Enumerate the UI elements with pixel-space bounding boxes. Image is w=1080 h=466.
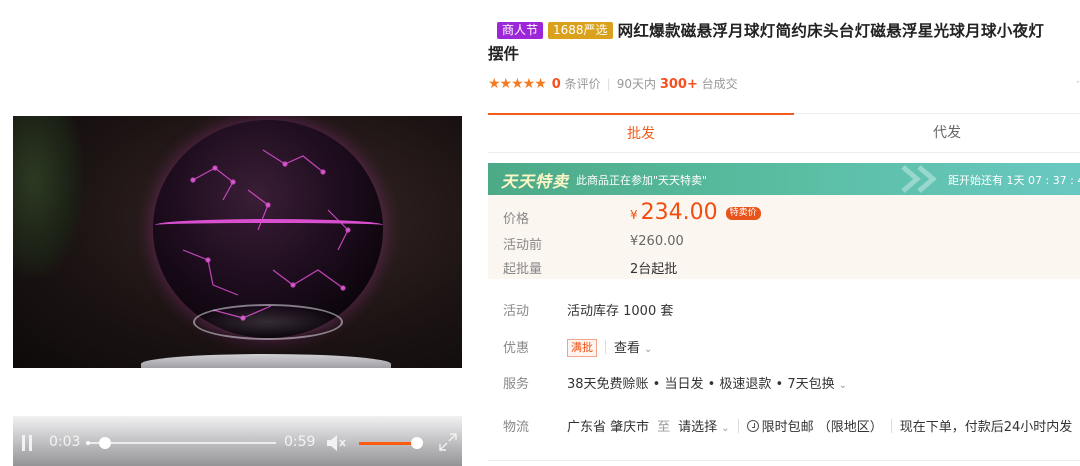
product-info-panel: 商人节 1688严选 网红爆款磁悬浮月球灯简约床头台灯磁悬浮星光球月球小夜灯 摆件 … (488, 0, 1080, 466)
purchase-tabs: 批发 代发 (488, 113, 1080, 153)
before-price: ¥260.00 (630, 234, 684, 249)
logistics-to: 至 (657, 420, 671, 435)
divider (890, 419, 892, 433)
service-label: 服务 (503, 377, 530, 392)
levitation-stand (141, 354, 391, 368)
sales-count: 300+ (659, 77, 698, 92)
progress-bar[interactable] (86, 437, 276, 449)
title-row: 商人节 1688严选 网红爆款磁悬浮月球灯简约床头台灯磁悬浮星光球月球小夜灯 (497, 18, 1080, 44)
promo-countdown: 距开始还有 1天 07 : 37 : 4 (948, 174, 1080, 187)
price: ¥234.00 特卖价 (630, 200, 761, 225)
discount-chip[interactable]: 满批 (567, 339, 597, 357)
promo-text: 此商品正在参加"天天特卖" (576, 174, 708, 187)
logistics-from: 广东省 肇庆市 (567, 420, 650, 435)
video-controls: 0:03 0:59 (13, 416, 462, 466)
discount-value: 满批 查看 ⌄ (567, 337, 652, 357)
price-amount: 234.00 (640, 200, 718, 225)
globe-equator-ring (155, 219, 383, 231)
volume-mute-icon[interactable] (325, 433, 347, 453)
current-time: 0:03 (49, 434, 81, 450)
service-text[interactable]: 38天免费赊账 • 当日发 • 极速退款 • 7天包换 (567, 377, 835, 392)
product-video-player[interactable]: 0:03 0:59 (13, 116, 462, 466)
moq-value: 2台起批 (630, 262, 678, 277)
chevron-down-icon[interactable]: ⌄ (839, 380, 847, 391)
progress-start-dot (86, 441, 90, 445)
tab-wholesale[interactable]: 批发 (488, 113, 794, 153)
volume-knob[interactable] (410, 437, 423, 449)
product-title: 网红爆款磁悬浮月球灯简约床头台灯磁悬浮星光球月球小夜灯 (617, 22, 1045, 40)
logistics-free-shipping: 限时包邮 （限地区） (761, 420, 883, 435)
pause-icon[interactable] (21, 435, 33, 451)
price-box: 价格 ¥234.00 特卖价 活动前 ¥260.00 起批量 2台起批 (488, 195, 1080, 279)
divider (488, 460, 1080, 461)
clock-icon (746, 420, 759, 432)
service-value[interactable]: 38天免费赊账 • 当日发 • 极速退款 • 7天包换 ⌄ (567, 373, 847, 392)
sales-suffix: 台成交 (701, 77, 738, 91)
rating-stars-icon: ★★★★★ (488, 76, 547, 92)
review-label[interactable]: 条评价 (565, 77, 601, 91)
tab-dropship[interactable]: 代发 (794, 113, 1080, 153)
divider (737, 419, 739, 433)
duration: 0:59 (284, 434, 316, 450)
price-label: 价格 (503, 212, 530, 227)
logistics-note: 现在下单，付款后24小时内发 (899, 420, 1073, 435)
chevron-down-icon[interactable]: ⌄ (644, 344, 652, 355)
divider (605, 340, 606, 354)
sales-prefix: 90天内 (616, 77, 656, 91)
currency-symbol: ¥ (630, 208, 638, 222)
chevron-down-icon[interactable]: ⌄ (721, 423, 729, 434)
video-frame[interactable] (13, 116, 462, 368)
discount-view-link[interactable]: 查看 (614, 341, 640, 356)
logistics-label: 物流 (503, 420, 530, 435)
share-icon[interactable]: · (1076, 75, 1080, 89)
promo-banner: 天天特卖 此商品正在参加"天天特卖" 距开始还有 1天 07 : 37 : 4 (488, 163, 1080, 195)
background-plant (13, 116, 83, 276)
price-badge: 特卖价 (725, 207, 761, 220)
logistics-value: 广东省 肇庆市至请选择 ⌄ 限时包邮 （限地区） 现在下单，付款后24小时内发 (567, 416, 1072, 435)
progress-knob[interactable] (98, 437, 111, 449)
product-page: 0:03 0:59 商人节 1688严选 网红爆款磁悬浮月球灯简约床头台灯磁悬浮星光… (0, 0, 1080, 466)
review-count[interactable]: 0 (552, 77, 561, 92)
volume-slider[interactable] (359, 437, 423, 449)
fullscreen-icon[interactable] (438, 432, 458, 452)
rating-row: ★★★★★ 0 条评价 | 90天内 300+ 台成交 · (488, 75, 1080, 92)
moq-label: 起批量 (503, 262, 543, 277)
activity-value: 活动库存 1000 套 (567, 304, 674, 319)
discount-label: 优惠 (503, 341, 530, 356)
brand-tag: 1688严选 (548, 22, 613, 39)
activity-label: 活动 (503, 304, 530, 319)
before-label: 活动前 (503, 238, 543, 253)
glass-base (193, 304, 343, 340)
logistics-destination-select[interactable]: 请选择 (678, 420, 717, 435)
festival-tag: 商人节 (497, 22, 544, 39)
promo-logo: 天天特卖 (501, 172, 570, 191)
divider: | (606, 77, 611, 91)
product-title-line2: 摆件 (488, 45, 520, 63)
